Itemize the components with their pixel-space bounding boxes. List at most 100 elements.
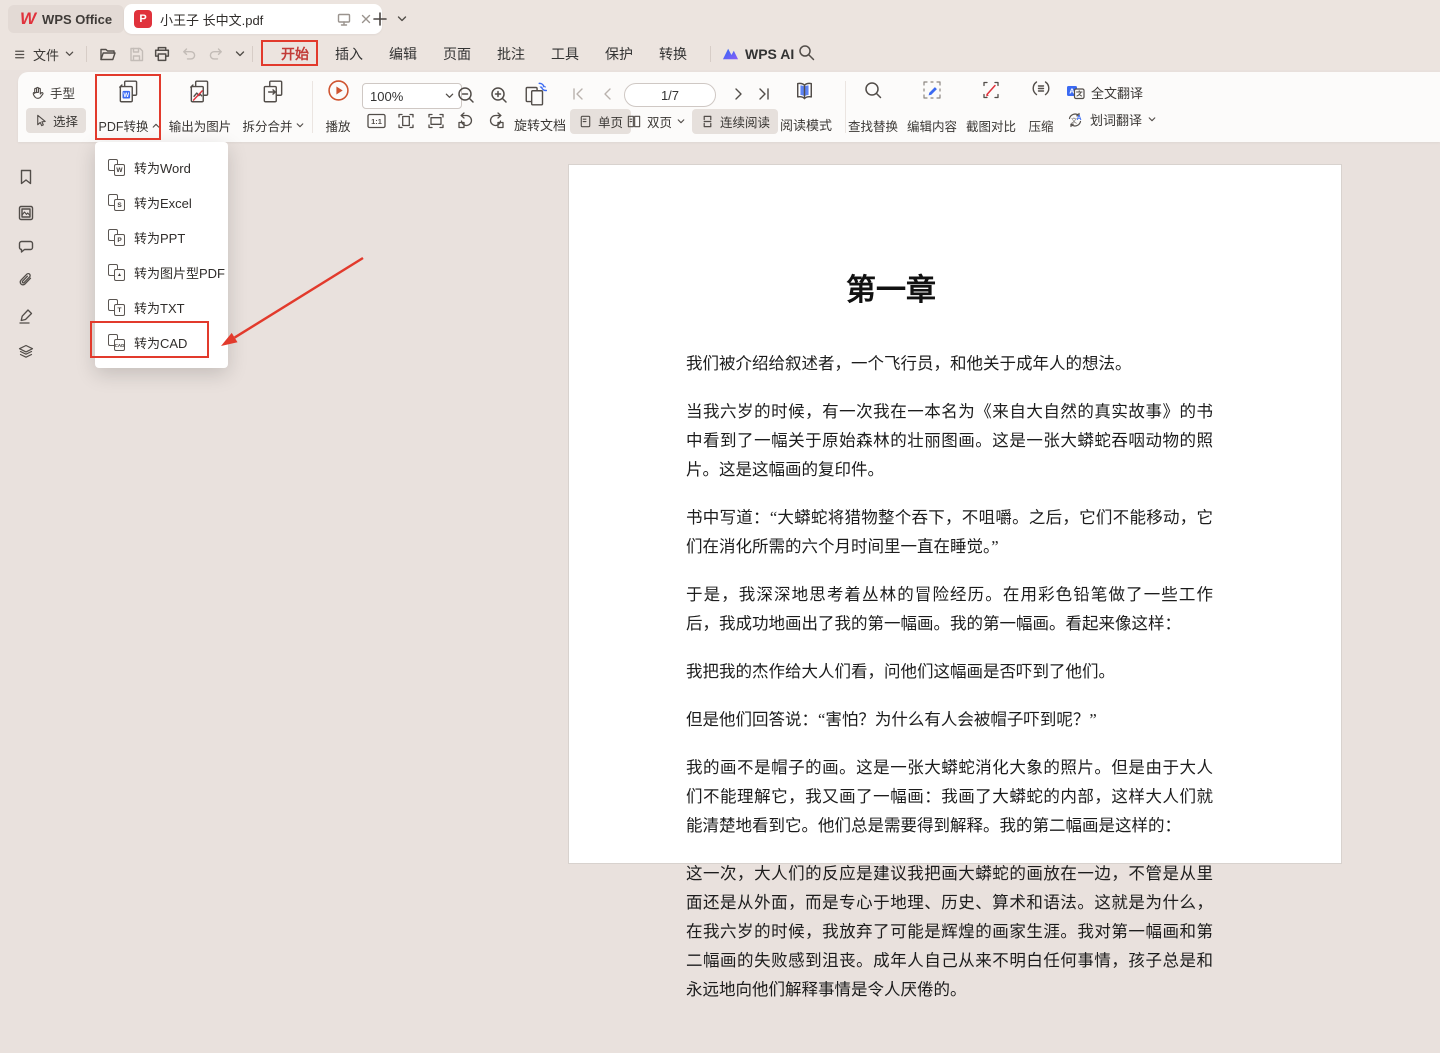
full-translate-button[interactable]: A 全文翻译 bbox=[1066, 83, 1143, 102]
page-number-input[interactable] bbox=[624, 83, 716, 107]
zoom-level-select[interactable]: 100% bbox=[362, 83, 462, 109]
last-page-icon[interactable] bbox=[756, 86, 772, 102]
edit-content-label: 编辑内容 bbox=[907, 116, 957, 135]
menu-tab-edit[interactable]: 编辑 bbox=[376, 44, 430, 64]
compress-label: 压缩 bbox=[1028, 116, 1053, 135]
menu-tab-page[interactable]: 页面 bbox=[430, 44, 484, 64]
divider bbox=[86, 46, 87, 62]
pdf-file-icon: P bbox=[134, 10, 152, 28]
rotate-left-icon[interactable] bbox=[456, 111, 476, 131]
menu-tabs: 开始 插入 编辑 页面 批注 工具 保护 转换 bbox=[268, 38, 700, 70]
prev-page-icon[interactable] bbox=[600, 86, 616, 102]
svg-text:1:1: 1:1 bbox=[371, 117, 382, 126]
menu-item-to-image-pdf[interactable]: ▲ 转为图片型PDF bbox=[95, 255, 228, 290]
actual-size-icon[interactable]: 1:1 bbox=[366, 111, 387, 131]
search-icon[interactable] bbox=[797, 43, 816, 62]
comments-panel-icon[interactable] bbox=[17, 238, 35, 256]
open-file-icon[interactable] bbox=[96, 42, 120, 66]
wps-office-button[interactable]: W WPS Office bbox=[8, 5, 124, 33]
save-icon[interactable] bbox=[124, 42, 148, 66]
zoom-out-icon[interactable] bbox=[456, 85, 476, 105]
split-merge-label: 拆分合并 bbox=[242, 116, 292, 135]
new-tab-icon[interactable] bbox=[372, 11, 388, 27]
fit-width-icon[interactable] bbox=[426, 111, 446, 131]
hand-icon bbox=[30, 85, 45, 101]
menu-item-to-word[interactable]: W 转为Word bbox=[95, 150, 228, 185]
menu-item-to-ppt[interactable]: P 转为PPT bbox=[95, 220, 228, 255]
select-tool-label: 选择 bbox=[53, 111, 78, 130]
continuous-read-button[interactable]: 连续阅读 bbox=[692, 109, 778, 134]
undo-redo-chevron-icon[interactable] bbox=[228, 42, 252, 66]
zoom-level-value: 100% bbox=[370, 89, 445, 104]
menu-item-to-txt[interactable]: T 转为TXT bbox=[95, 290, 228, 325]
file-menu[interactable]: 文件 bbox=[14, 38, 74, 70]
signature-panel-icon[interactable] bbox=[17, 307, 35, 325]
menu-tab-protect[interactable]: 保护 bbox=[592, 44, 646, 64]
edit-content-icon bbox=[921, 79, 943, 101]
hamburger-icon bbox=[14, 48, 27, 61]
menu-tab-home[interactable]: 开始 bbox=[268, 44, 322, 64]
edit-content-button[interactable]: 编辑内容 bbox=[902, 79, 962, 135]
close-tab-icon[interactable] bbox=[360, 13, 372, 25]
double-page-label: 双页 bbox=[647, 112, 672, 131]
menu-item-to-cad[interactable]: CAD 转为CAD bbox=[95, 325, 228, 360]
double-page-button[interactable]: 双页 bbox=[622, 109, 689, 134]
chevron-down-icon bbox=[1148, 117, 1156, 122]
attachments-panel-icon[interactable] bbox=[17, 272, 35, 290]
chevron-up-icon bbox=[152, 123, 160, 128]
find-replace-label: 查找替换 bbox=[848, 116, 898, 135]
undo-icon[interactable] bbox=[177, 42, 201, 66]
read-mode-book-icon[interactable] bbox=[792, 80, 817, 105]
next-page-icon[interactable] bbox=[730, 86, 746, 102]
first-page-icon[interactable] bbox=[570, 86, 586, 102]
chapter-title: 第一章 bbox=[846, 265, 936, 309]
play-icon bbox=[327, 79, 350, 102]
app-name: WPS Office bbox=[42, 12, 112, 27]
menu-tab-convert[interactable]: 转换 bbox=[646, 44, 700, 64]
menu-item-label: 转为Word bbox=[134, 158, 191, 177]
wps-logo-icon: W bbox=[20, 9, 35, 29]
pdf-convert-dropdown: W 转为Word S 转为Excel P 转为PPT ▲ 转为图片型PDF T … bbox=[95, 142, 228, 368]
bookmarks-panel-icon[interactable] bbox=[17, 168, 35, 186]
tab-bar: W WPS Office P 小王子 长中文.pdf bbox=[0, 0, 1440, 38]
document-tab[interactable]: P 小王子 长中文.pdf bbox=[124, 4, 382, 34]
menu-tab-tools[interactable]: 工具 bbox=[538, 44, 592, 64]
layers-panel-icon[interactable] bbox=[17, 343, 35, 361]
divider bbox=[312, 81, 313, 133]
hand-tool-label: 手型 bbox=[50, 83, 75, 102]
pdf-convert-button[interactable]: W PDF转换 bbox=[98, 79, 160, 135]
word-translate-button[interactable]: 文 A 划词翻译 bbox=[1066, 110, 1156, 129]
play-button[interactable]: 播放 bbox=[318, 79, 358, 135]
read-mode-label[interactable]: 阅读模式 bbox=[780, 115, 832, 134]
thumbnails-panel-icon[interactable] bbox=[17, 204, 35, 222]
paragraph: 书中写道：“大蟒蛇将猎物整个吞下，不咀嚼。之后，它们不能移动，它们在消化所需的六… bbox=[686, 503, 1213, 561]
menu-tab-insert[interactable]: 插入 bbox=[322, 44, 376, 64]
rotate-doc-label[interactable]: 旋转文档 bbox=[514, 115, 566, 134]
export-image-button[interactable]: 输出为图片 bbox=[164, 79, 236, 135]
export-image-icon bbox=[187, 79, 213, 105]
file-menu-label: 文件 bbox=[33, 45, 59, 64]
find-replace-icon bbox=[862, 79, 884, 101]
find-replace-button[interactable]: 查找替换 bbox=[843, 79, 903, 135]
rotate-right-icon[interactable] bbox=[486, 111, 506, 131]
wps-ai-button[interactable]: WPS AI bbox=[722, 38, 794, 70]
split-merge-button[interactable]: 拆分合并 bbox=[240, 79, 306, 135]
tab-list-chevron-icon[interactable] bbox=[397, 16, 407, 22]
full-translate-icon: A bbox=[1066, 84, 1085, 101]
word-translate-label: 划词翻译 bbox=[1090, 110, 1142, 129]
menu-tab-annotate[interactable]: 批注 bbox=[484, 44, 538, 64]
svg-text:W: W bbox=[123, 93, 129, 99]
compress-button[interactable]: 压缩 bbox=[1011, 79, 1071, 135]
cursor-icon bbox=[34, 113, 48, 128]
enter-pc-icon[interactable] bbox=[336, 12, 352, 27]
document-tab-title: 小王子 长中文.pdf bbox=[160, 10, 328, 29]
rotate-doc-icon[interactable] bbox=[523, 81, 549, 107]
zoom-in-icon[interactable] bbox=[489, 85, 509, 105]
divider bbox=[252, 46, 253, 62]
redo-icon[interactable] bbox=[203, 42, 227, 66]
fit-page-icon[interactable] bbox=[396, 111, 416, 131]
print-icon[interactable] bbox=[150, 42, 174, 66]
hand-tool-button[interactable]: 手型 bbox=[30, 83, 75, 102]
menu-item-to-excel[interactable]: S 转为Excel bbox=[95, 185, 228, 220]
select-tool-button[interactable]: 选择 bbox=[26, 108, 86, 133]
